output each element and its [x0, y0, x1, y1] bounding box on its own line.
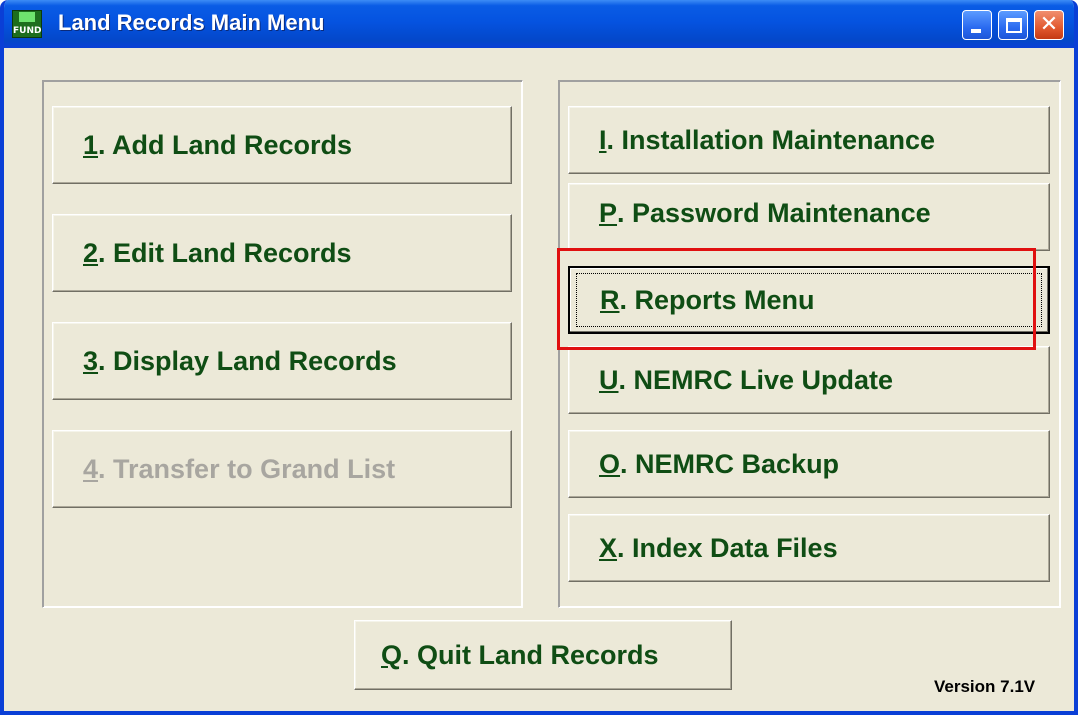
quit-land-records-label: . Quit Land Records [402, 639, 659, 670]
hotkey-1: 1 [83, 129, 99, 160]
add-land-records-button[interactable]: 1. Add Land Records [52, 106, 512, 184]
edit-land-records-label: . Edit Land Records [98, 237, 352, 268]
reports-menu-label: . Reports Menu [619, 284, 815, 315]
nemrc-live-update-label: . NEMRC Live Update [618, 364, 894, 395]
hotkey-2: 2 [83, 237, 99, 268]
hotkey-x: X [599, 532, 618, 563]
hotkey-i: I [599, 124, 607, 155]
nemrc-backup-button[interactable]: O. NEMRC Backup [568, 430, 1050, 498]
window-title: Land Records Main Menu [58, 10, 325, 35]
hotkey-4: 4 [83, 453, 99, 484]
display-land-records-label: . Display Land Records [98, 345, 397, 376]
hotkey-3: 3 [83, 345, 99, 376]
transfer-to-grand-list-label: . Transfer to Grand List [98, 453, 396, 484]
nemrc-fund-icon: FUND [12, 10, 42, 38]
installation-maintenance-button[interactable]: I. Installation Maintenance [568, 106, 1050, 174]
close-icon: ✕ [1039, 12, 1059, 37]
index-data-files-label: . Index Data Files [617, 532, 838, 563]
add-land-records-label: . Add Land Records [98, 129, 353, 160]
edit-land-records-button[interactable]: 2. Edit Land Records [52, 214, 512, 292]
app-icon-text: FUND [13, 26, 42, 36]
nemrc-live-update-button[interactable]: U. NEMRC Live Update [568, 346, 1050, 414]
transfer-to-grand-list-button: 4. Transfer to Grand List [52, 430, 512, 508]
hotkey-u: U [599, 364, 619, 395]
minimize-button[interactable] [962, 10, 992, 40]
installation-maintenance-label: . Installation Maintenance [606, 124, 936, 155]
password-maintenance-label: . Password Maintenance [617, 197, 931, 228]
hotkey-p: P [599, 197, 618, 228]
maximize-button[interactable] [998, 10, 1028, 40]
reports-menu-button[interactable]: R. Reports Menu [568, 266, 1050, 334]
title-bar[interactable]: FUND Land Records Main Menu ✕ [4, 0, 1074, 48]
quit-land-records-button[interactable]: Q. Quit Land Records [354, 620, 732, 690]
main-window: FUND Land Records Main Menu ✕ 1. Add Lan… [0, 0, 1078, 715]
close-button[interactable]: ✕ [1034, 10, 1064, 40]
index-data-files-button[interactable]: X. Index Data Files [568, 514, 1050, 582]
nemrc-backup-label: . NEMRC Backup [620, 448, 840, 479]
version-label: Version 7.1V [934, 677, 1036, 696]
hotkey-o: O [599, 448, 621, 479]
hotkey-q: Q [381, 639, 403, 670]
display-land-records-button[interactable]: 3. Display Land Records [52, 322, 512, 400]
minimize-icon [971, 29, 981, 33]
password-maintenance-button[interactable]: P. Password Maintenance [568, 183, 1050, 251]
maximize-icon [1006, 18, 1022, 33]
hotkey-r: R [600, 284, 620, 315]
